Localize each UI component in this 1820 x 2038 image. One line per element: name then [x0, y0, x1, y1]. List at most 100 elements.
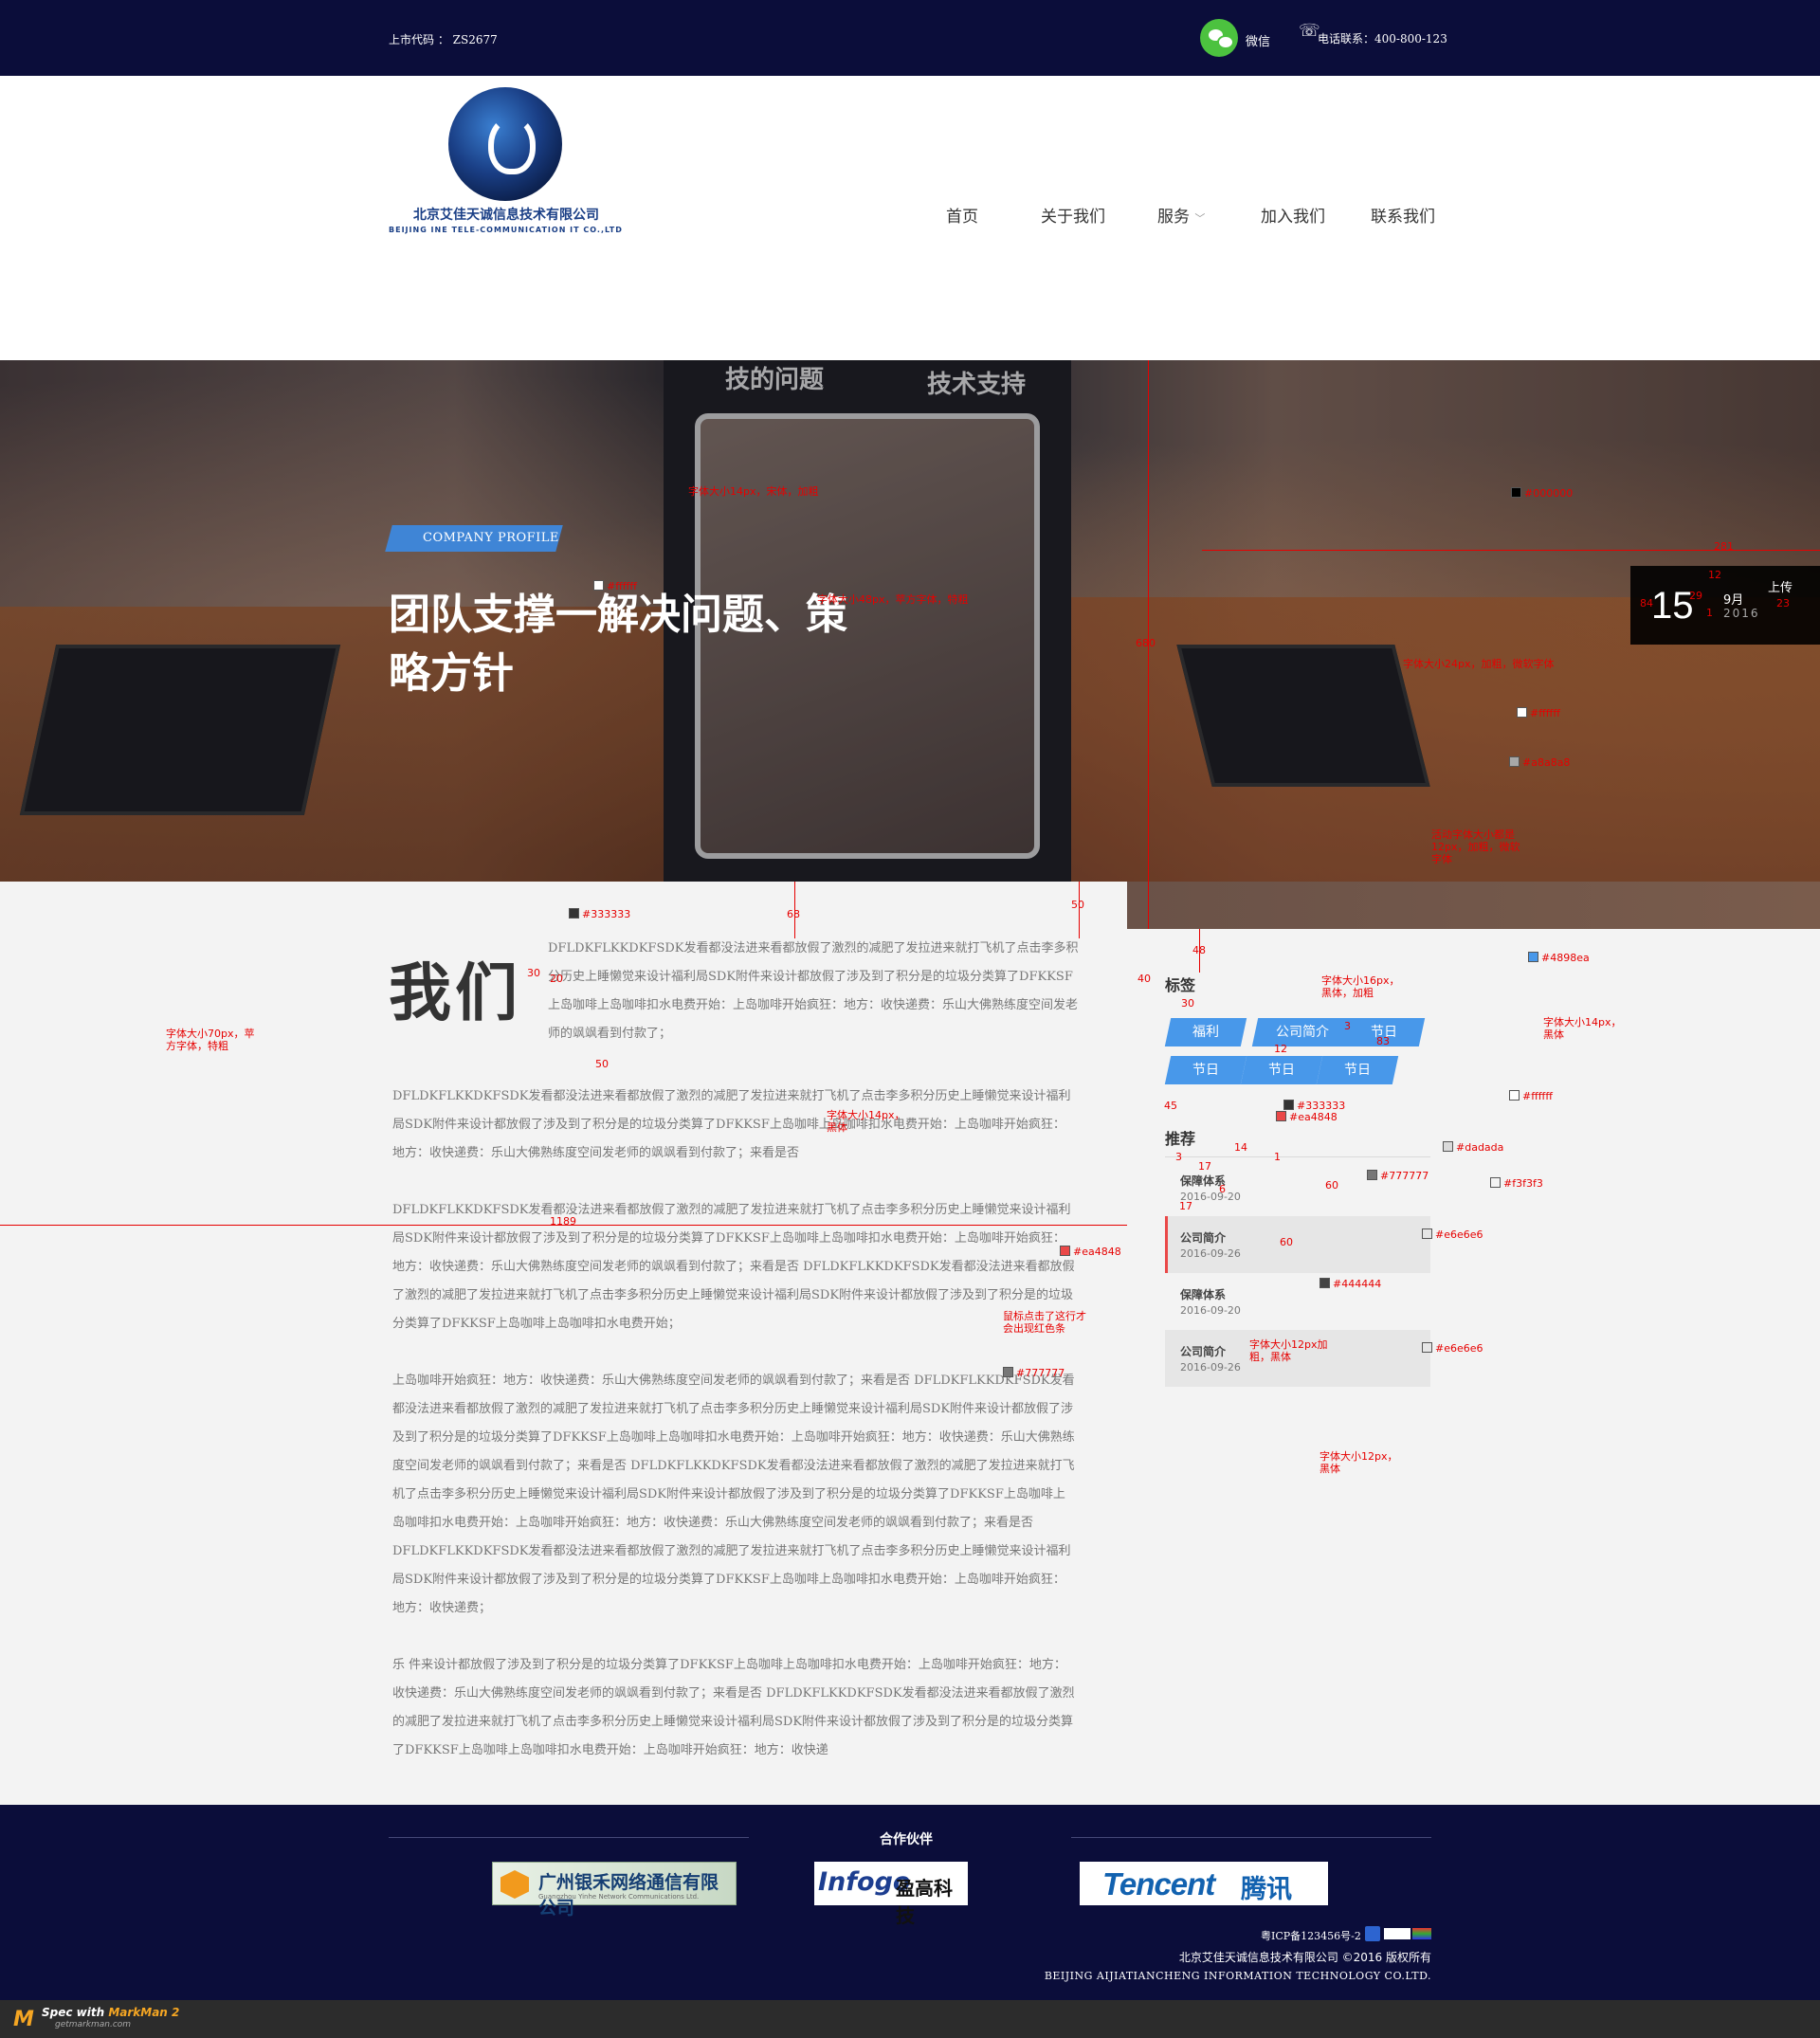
- partners-divider-left: [389, 1837, 749, 1838]
- annotation-measure: 3: [1344, 1020, 1351, 1032]
- nav-contact[interactable]: 联系我们: [1371, 203, 1435, 227]
- tag-label: 节日: [1268, 1063, 1295, 1078]
- wechat-label[interactable]: 微信: [1246, 31, 1270, 49]
- annotation-measure: 50: [595, 1058, 609, 1070]
- logo-company-en: BEIJING INE TELE-COMMUNICATION IT CO.,LT…: [389, 226, 623, 234]
- icp-number[interactable]: 粤ICP备123456号-2: [1261, 1928, 1361, 1943]
- annotation-measure: 23: [1776, 597, 1790, 610]
- baidu-paw-icon: [1365, 1926, 1380, 1941]
- annotation-color: #444444: [1320, 1278, 1381, 1290]
- annotation-measure: 48: [1192, 944, 1206, 956]
- yinhe-hex-icon: [500, 1870, 529, 1899]
- annotation-measure: 1: [1274, 1151, 1281, 1163]
- annotation-note: 字体大小14px，黑体: [1543, 1016, 1622, 1041]
- upload-label: 上传: [1768, 581, 1793, 595]
- tags-heading: 标签: [1165, 976, 1196, 994]
- annotation-measure: 50: [1071, 899, 1084, 911]
- partners-divider-right: [1071, 1837, 1431, 1838]
- chevron-down-icon: ﹀: [1194, 212, 1206, 225]
- annotation-color: #333333: [569, 908, 630, 920]
- about-paragraph: DFLDKFLKKDKFSDK发看都没法进来看都放假了激烈的减肥了发拉进来就打飞…: [548, 941, 1079, 1041]
- partner-name-cn: 腾讯: [1241, 1875, 1292, 1904]
- annotation-measure: 84: [1640, 597, 1653, 610]
- annotation-measure: 3: [1175, 1151, 1182, 1163]
- annotation-note: 字体大小24px，加粗，微软字体: [1403, 658, 1555, 670]
- annotation-measure: 60: [1325, 1179, 1338, 1192]
- stock-code: 上市代码 ： ZS2677: [389, 33, 498, 46]
- nav-services[interactable]: 服务 ﹀: [1157, 203, 1205, 227]
- annotation-color: #ea4848: [1276, 1111, 1338, 1123]
- site-header: 北京艾佳天诚信息技术有限公司 BEIJING INE TELE-COMMUNIC…: [0, 76, 1820, 360]
- annotation-note: 字体大小48px，苹方字体，特粗: [817, 593, 969, 606]
- about-paragraph: DFLDKFLKKDKFSDK发看都没法进来看都放假了激烈的减肥了发拉进来就打飞…: [392, 1089, 1071, 1160]
- logo-company-cn: 北京艾佳天诚信息技术有限公司: [413, 208, 599, 223]
- hero-photo-extension: [1127, 882, 1820, 929]
- logo-globe-icon: [448, 87, 562, 201]
- tag-label: 福利: [1192, 1025, 1219, 1040]
- partner-name-cn: 盈高科技: [896, 1877, 953, 1927]
- tag-label: 公司简介: [1276, 1025, 1329, 1040]
- annotation-measure: 680: [1136, 637, 1156, 649]
- partner-logo-infogo[interactable]: Infogo 盈高科技: [814, 1862, 968, 1927]
- site-footer: 合作伙伴 广州银禾网络通信有限公司 Guangzhou Yinhe Networ…: [0, 1805, 1820, 2000]
- annotation-measure: 30: [1181, 997, 1194, 1010]
- annotation-color: #dadada: [1443, 1141, 1503, 1154]
- tag-label: 节日: [1192, 1063, 1219, 1078]
- annotation-measure: 83: [1376, 1035, 1390, 1047]
- recommend-item[interactable]: 保障体系 2016-09-20: [1165, 1273, 1430, 1330]
- date-box[interactable]: 15 9月 2016 上传: [1630, 566, 1820, 645]
- recommend-heading: 推荐: [1165, 1130, 1196, 1148]
- date-year: 2016: [1723, 607, 1760, 620]
- company-profile-label: COMPANY PROFILE: [423, 531, 559, 545]
- phone-number: 电话联系：400-800-123: [1318, 32, 1447, 45]
- annotation-measure: 6: [1219, 1183, 1226, 1195]
- hero-title: 团队支撑一解决问题、策略方针: [389, 591, 847, 698]
- nav-services-label: 服务: [1157, 208, 1190, 227]
- markman-url: getmarkman.com: [55, 2020, 132, 2029]
- nav-home[interactable]: 首页: [946, 203, 978, 227]
- annotation-measure: 12: [1708, 569, 1721, 581]
- hero-banner: 技的问题 技术支持: [0, 360, 1820, 929]
- annotation-color: #ffffff: [1517, 707, 1560, 719]
- recommend-title: 保障体系: [1180, 1288, 1227, 1301]
- site-stat-badges[interactable]: [1365, 1926, 1431, 1941]
- partner-logo-yinhe[interactable]: 广州银禾网络通信有限公司 Guangzhou Yinhe Network Com…: [492, 1862, 737, 1919]
- company-logo[interactable]: 北京艾佳天诚信息技术有限公司 BEIJING INE TELE-COMMUNIC…: [389, 82, 630, 271]
- markman-brand: MarkMan 2: [108, 2006, 180, 2019]
- recommend-date: 2016-09-20: [1180, 1304, 1241, 1317]
- recommend-title: 公司简介: [1180, 1345, 1227, 1358]
- about-paragraph: 上岛咖啡开始疯狂：地方：收快递费：乐山大佛熟练度空间发老师的飒飒看到付款了；来看…: [392, 1374, 1075, 1615]
- markman-title: Spec with MarkMan 2: [42, 2006, 179, 2019]
- annotation-measure: 17: [1198, 1160, 1211, 1173]
- about-heading: 我们: [389, 956, 521, 1029]
- nav-about[interactable]: 关于我们: [1041, 203, 1105, 227]
- markman-bar: M Spec with MarkMan 2 getmarkman.com: [0, 2000, 1820, 2038]
- annotation-color: #4898ea: [1528, 952, 1590, 964]
- recommend-divider: [1165, 1156, 1430, 1157]
- annotation-note: 字体大小14px，宋体，加粗: [688, 485, 819, 498]
- annotation-measure: 29: [1689, 590, 1702, 602]
- partners-title: 合作伙伴: [880, 1832, 933, 1847]
- annotation-note: 字体大小16px，黑体，加粗: [1321, 974, 1400, 999]
- partner-logo-tencent[interactable]: Tencent 腾讯: [1080, 1862, 1328, 1905]
- annotation-measure: 1: [1706, 607, 1713, 619]
- annotation-measure: 20: [550, 973, 563, 985]
- tag-label: 节日: [1344, 1063, 1371, 1078]
- about-paragraph: DFLDKFLKKDKFSDK发看都没法进来看都放假了激烈的减肥了发拉进来就打飞…: [392, 1203, 1075, 1331]
- annotation-measure: 12: [1274, 1043, 1287, 1055]
- annotation-measure: 281: [1714, 540, 1734, 553]
- recommend-date: 2016-09-26: [1180, 1361, 1241, 1374]
- annotation-note: 活动字体大小都是12px，加粗，微软字体: [1431, 828, 1520, 865]
- wechat-icon[interactable]: [1200, 19, 1238, 57]
- nav-join[interactable]: 加入我们: [1261, 203, 1325, 227]
- annotation-color: #777777: [1367, 1170, 1429, 1182]
- company-name-en: BEIJING AIJIATIANCHENG INFORMATION TECHN…: [1044, 1970, 1431, 1982]
- annotation-color: #f3f3f3: [1490, 1177, 1543, 1190]
- cnzz-badge-icon: [1384, 1928, 1410, 1939]
- annotation-note: 鼠标点击了这行才会出现红色条: [1003, 1310, 1086, 1335]
- annotation-measure: 14: [1234, 1141, 1247, 1154]
- annotation-measure: 40: [1138, 973, 1151, 985]
- annotation-measure: 60: [1280, 1236, 1293, 1248]
- annotation-color: #e6e6e6: [1422, 1342, 1483, 1355]
- recommend-item-active[interactable]: 公司简介 2016-09-26: [1165, 1216, 1430, 1273]
